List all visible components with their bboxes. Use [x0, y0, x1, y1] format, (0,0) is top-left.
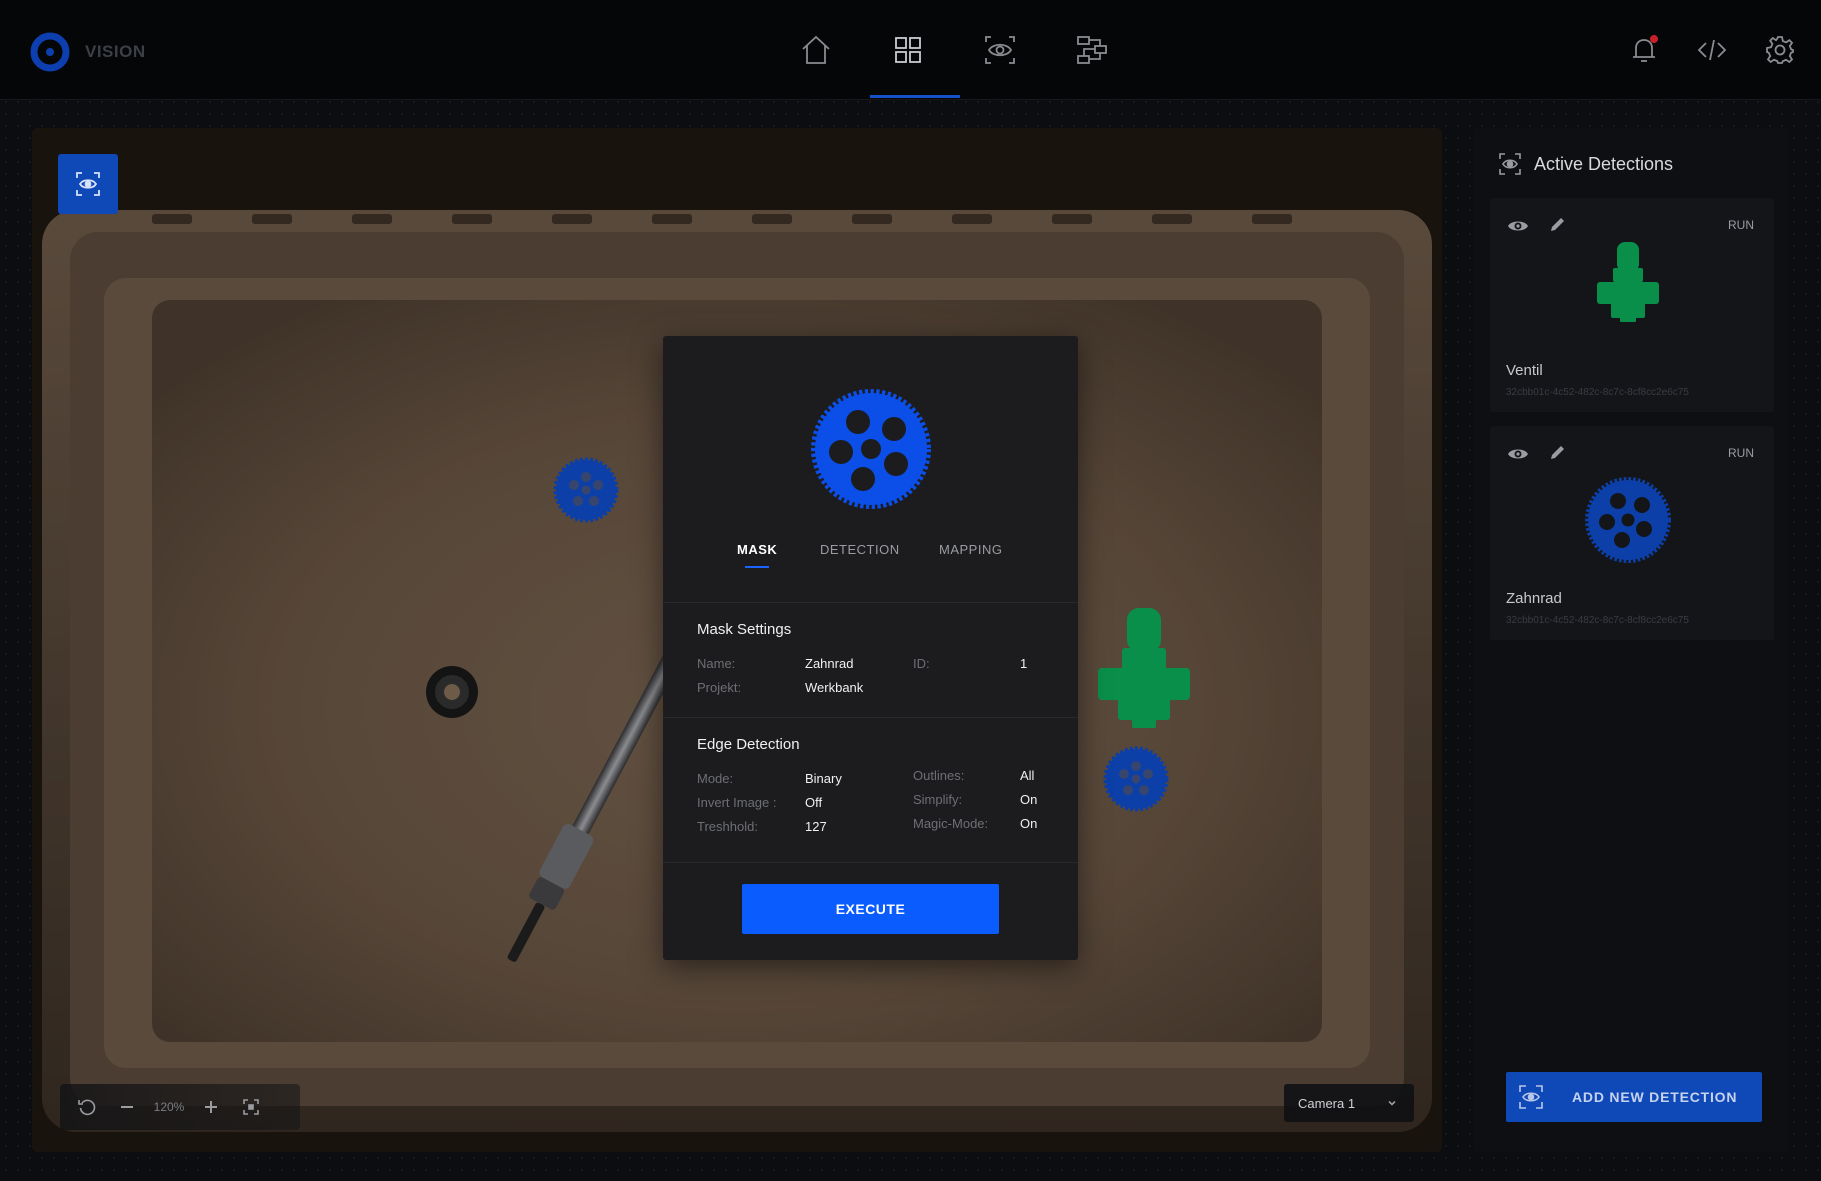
project-label: Projekt: — [697, 680, 742, 695]
zoom-controls: 120% — [60, 1084, 300, 1130]
invert-label: Invert Image : — [697, 795, 777, 810]
gear-icon — [1766, 36, 1794, 64]
outlines-value: All — [1020, 768, 1035, 783]
fit-screen-icon — [243, 1099, 259, 1115]
rotate-icon — [78, 1099, 96, 1116]
active-detections-panel: Active Detections RUN Ventil 32cbb01c-4c… — [1474, 128, 1788, 1152]
view-toggle-button[interactable] — [58, 154, 118, 214]
zoom-out-button[interactable] — [110, 1090, 144, 1124]
tab-detection[interactable]: DETECTION — [820, 542, 900, 557]
nav-home[interactable] — [770, 0, 862, 100]
valve-thumbnail — [1597, 242, 1659, 322]
grid-icon — [895, 37, 921, 63]
detection-card[interactable]: RUN Ventil 32cbb01c-4c52-482c-8c7c-8cf8c… — [1490, 198, 1774, 412]
code-button[interactable] — [1693, 30, 1731, 70]
notifications-button[interactable] — [1625, 30, 1663, 70]
simplify-value: On — [1020, 792, 1038, 807]
reset-view-button[interactable] — [70, 1090, 104, 1124]
app-name: VISION — [85, 42, 146, 61]
camera-select-value: Camera 1 — [1298, 1095, 1356, 1111]
pencil-icon[interactable] — [1548, 442, 1568, 462]
plus-icon — [205, 1101, 217, 1113]
add-new-detection-label: ADD NEW DETECTION — [1572, 1089, 1738, 1105]
brand[interactable]: VISION — [30, 32, 146, 72]
outlines-label: Outlines: — [913, 768, 965, 783]
edge-detection-title: Edge Detection — [697, 736, 800, 753]
detection-card[interactable]: RUN Zahnrad 32cbb01c-4c52-482c-8c7c-8cf8… — [1490, 426, 1774, 640]
vision-logo-icon — [30, 32, 70, 72]
run-button[interactable]: RUN — [1728, 218, 1754, 232]
settings-button[interactable] — [1761, 30, 1799, 70]
header-actions — [1625, 30, 1799, 70]
pencil-icon[interactable] — [1548, 214, 1568, 234]
simplify-label: Simplify: — [913, 792, 963, 807]
mask-settings-section: Mask Settings Name: Zahnrad ID: 1 Projek… — [663, 602, 1078, 717]
modal-tabs: MASK DETECTION MAPPING — [663, 542, 1078, 586]
tab-mapping[interactable]: MAPPING — [939, 542, 1002, 557]
minus-icon — [121, 1106, 133, 1108]
name-value: Zahnrad — [805, 656, 854, 671]
mode-value: Binary — [805, 771, 842, 786]
chevron-down-icon — [1388, 1100, 1396, 1106]
detection-modal: MASK DETECTION MAPPING Mask Settings Nam… — [663, 336, 1078, 960]
nav-grid[interactable] — [862, 0, 960, 100]
panel-title: Active Detections — [1534, 153, 1674, 174]
run-button[interactable]: RUN — [1728, 446, 1754, 460]
detection-name: Ventil — [1506, 362, 1543, 379]
add-new-detection-button[interactable]: ADD NEW DETECTION — [1506, 1072, 1762, 1122]
nav-workflow[interactable] — [1046, 0, 1138, 100]
code-icon — [1697, 39, 1727, 61]
eye-icon[interactable] — [1506, 214, 1530, 238]
top-bar: VISION — [0, 0, 1821, 100]
mode-label: Mode: — [697, 771, 734, 786]
execute-button[interactable]: EXECUTE — [742, 884, 999, 934]
modal-divider — [663, 862, 1078, 863]
id-label: ID: — [913, 656, 930, 671]
home-icon — [802, 35, 830, 64]
main-nav — [770, 0, 1138, 100]
camera-select[interactable]: Camera 1 — [1284, 1084, 1414, 1122]
zoom-in-button[interactable] — [194, 1090, 228, 1124]
detection-uuid: 32cbb01c-4c52-482c-8c7c-8cf8cc2e6c75 — [1506, 615, 1689, 626]
gear-thumbnail — [1585, 477, 1671, 563]
threshold-value: 127 — [805, 819, 827, 834]
fit-screen-button[interactable] — [234, 1090, 268, 1124]
invert-value: Off — [805, 795, 823, 810]
id-value: 1 — [1020, 656, 1028, 671]
zoom-level: 120% — [153, 1100, 185, 1114]
eye-scan-icon — [985, 36, 1015, 64]
gear-preview-icon — [811, 389, 931, 509]
workflow-icon — [1077, 36, 1107, 64]
eye-scan-icon — [1499, 153, 1521, 175]
project-value: Werkbank — [805, 680, 864, 695]
eye-scan-icon — [1519, 1085, 1543, 1109]
nav-vision[interactable] — [954, 0, 1046, 100]
name-label: Name: — [697, 656, 736, 671]
panel-header: Active Detections — [1498, 152, 1673, 176]
eye-icon[interactable] — [1506, 442, 1530, 466]
magic-mode-value: On — [1020, 816, 1038, 831]
eye-scan-icon — [76, 172, 100, 196]
detection-name: Zahnrad — [1506, 590, 1562, 607]
notification-dot — [1650, 35, 1658, 43]
tab-mask[interactable]: MASK — [737, 542, 777, 568]
threshold-label: Treshhold: — [697, 819, 758, 834]
edge-detection-section: Edge Detection Mode: Binary Invert Image… — [663, 717, 1078, 862]
detection-uuid: 32cbb01c-4c52-482c-8c7c-8cf8cc2e6c75 — [1506, 387, 1689, 398]
magic-mode-label: Magic-Mode: — [913, 816, 989, 831]
mask-settings-title: Mask Settings — [697, 621, 792, 638]
